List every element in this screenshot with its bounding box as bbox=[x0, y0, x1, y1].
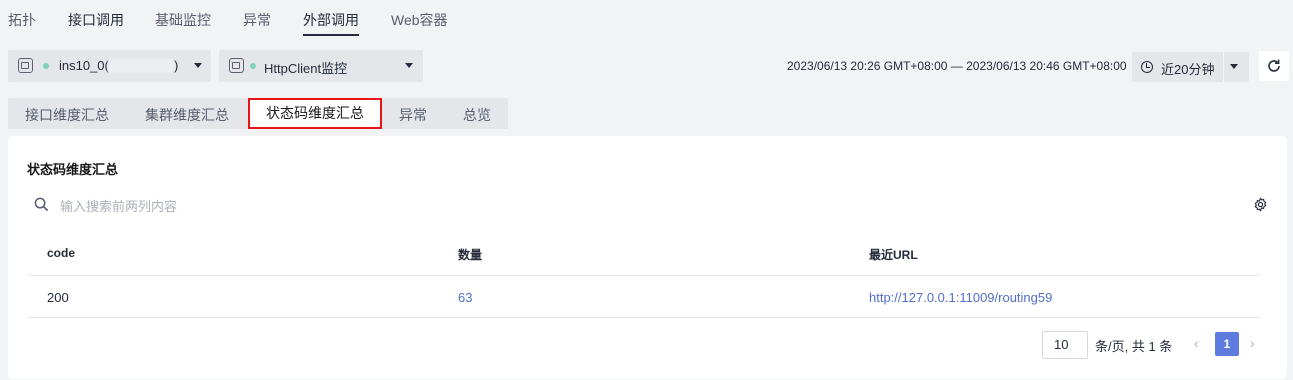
page-number-button[interactable]: 1 bbox=[1215, 332, 1239, 356]
active-tab-underline bbox=[303, 34, 359, 36]
tab-overview[interactable]: 总览 bbox=[463, 105, 491, 125]
refresh-button[interactable] bbox=[1259, 51, 1289, 81]
header-divider bbox=[28, 275, 1260, 276]
instance-select-suffix: ) bbox=[174, 58, 179, 73]
quick-range-label: 近20分钟 bbox=[1161, 62, 1215, 77]
tab-status-code-summary[interactable]: 状态码维度汇总 bbox=[248, 98, 382, 129]
quick-time-range-select[interactable]: 近20分钟 bbox=[1132, 52, 1249, 82]
instance-icon bbox=[18, 58, 33, 73]
card-title: 状态码维度汇总 bbox=[27, 162, 119, 177]
chevron-down-icon bbox=[194, 63, 202, 68]
refresh-icon bbox=[1268, 59, 1280, 72]
monitor-icon bbox=[229, 58, 244, 73]
divider bbox=[1223, 52, 1224, 82]
instance-select[interactable]: ins10_0(1 ) bbox=[8, 50, 211, 82]
top-tab-bar: 拓扑 接口调用 基础监控 异常 外部调用 Web容器 bbox=[0, 0, 1293, 36]
gear-icon[interactable] bbox=[1253, 197, 1268, 212]
tab-exception-sub[interactable]: 异常 bbox=[399, 105, 427, 125]
status-dot bbox=[43, 63, 49, 69]
column-header-count[interactable]: 数量 bbox=[458, 246, 482, 263]
tab-basic-monitor[interactable]: 基础监控 bbox=[155, 10, 211, 30]
next-page-button[interactable]: › bbox=[1250, 335, 1255, 351]
cell-code: 200 bbox=[47, 290, 69, 305]
tab-cluster-summary[interactable]: 集群维度汇总 bbox=[145, 105, 229, 125]
chevron-down-icon[interactable] bbox=[1230, 64, 1238, 69]
redacted-mask bbox=[108, 59, 174, 73]
page-info: 条/页, 共 1 条 bbox=[1095, 339, 1173, 354]
tab-web-container[interactable]: Web容器 bbox=[391, 10, 448, 30]
cell-url-link[interactable]: http://127.0.0.1:11009/routing59 bbox=[869, 290, 1052, 305]
column-header-recent-url[interactable]: 最近URL bbox=[869, 246, 918, 263]
tab-external-call[interactable]: 外部调用 bbox=[303, 10, 359, 30]
status-code-card: 状态码维度汇总 code 数量 最近URL 200 63 http://127.… bbox=[8, 136, 1287, 379]
tab-interface-summary[interactable]: 接口维度汇总 bbox=[25, 105, 109, 125]
tab-interface-call[interactable]: 接口调用 bbox=[68, 10, 124, 30]
chevron-down-icon bbox=[405, 63, 413, 68]
sub-tab-bar: 接口维度汇总 集群维度汇总 状态码维度汇总 异常 总览 bbox=[8, 98, 508, 129]
cell-count-link[interactable]: 63 bbox=[458, 290, 472, 305]
page-size-select[interactable]: 10 bbox=[1042, 331, 1088, 359]
tab-topology[interactable]: 拓扑 bbox=[8, 10, 36, 30]
search-box[interactable] bbox=[34, 196, 434, 216]
search-input[interactable] bbox=[60, 196, 420, 216]
clock-icon bbox=[1141, 61, 1153, 73]
row-divider bbox=[28, 317, 1260, 318]
monitor-select[interactable]: HttpClient监控 bbox=[219, 50, 423, 82]
search-icon bbox=[34, 197, 49, 212]
column-header-code[interactable]: code bbox=[47, 246, 75, 260]
tab-exception[interactable]: 异常 bbox=[243, 10, 271, 30]
status-dot bbox=[250, 63, 256, 69]
prev-page-button[interactable]: ‹ bbox=[1194, 335, 1199, 351]
monitor-select-value: HttpClient监控 bbox=[264, 61, 348, 76]
time-range-text: 2023/06/13 20:26 GMT+08:00 — 2023/06/13 … bbox=[787, 59, 1127, 73]
